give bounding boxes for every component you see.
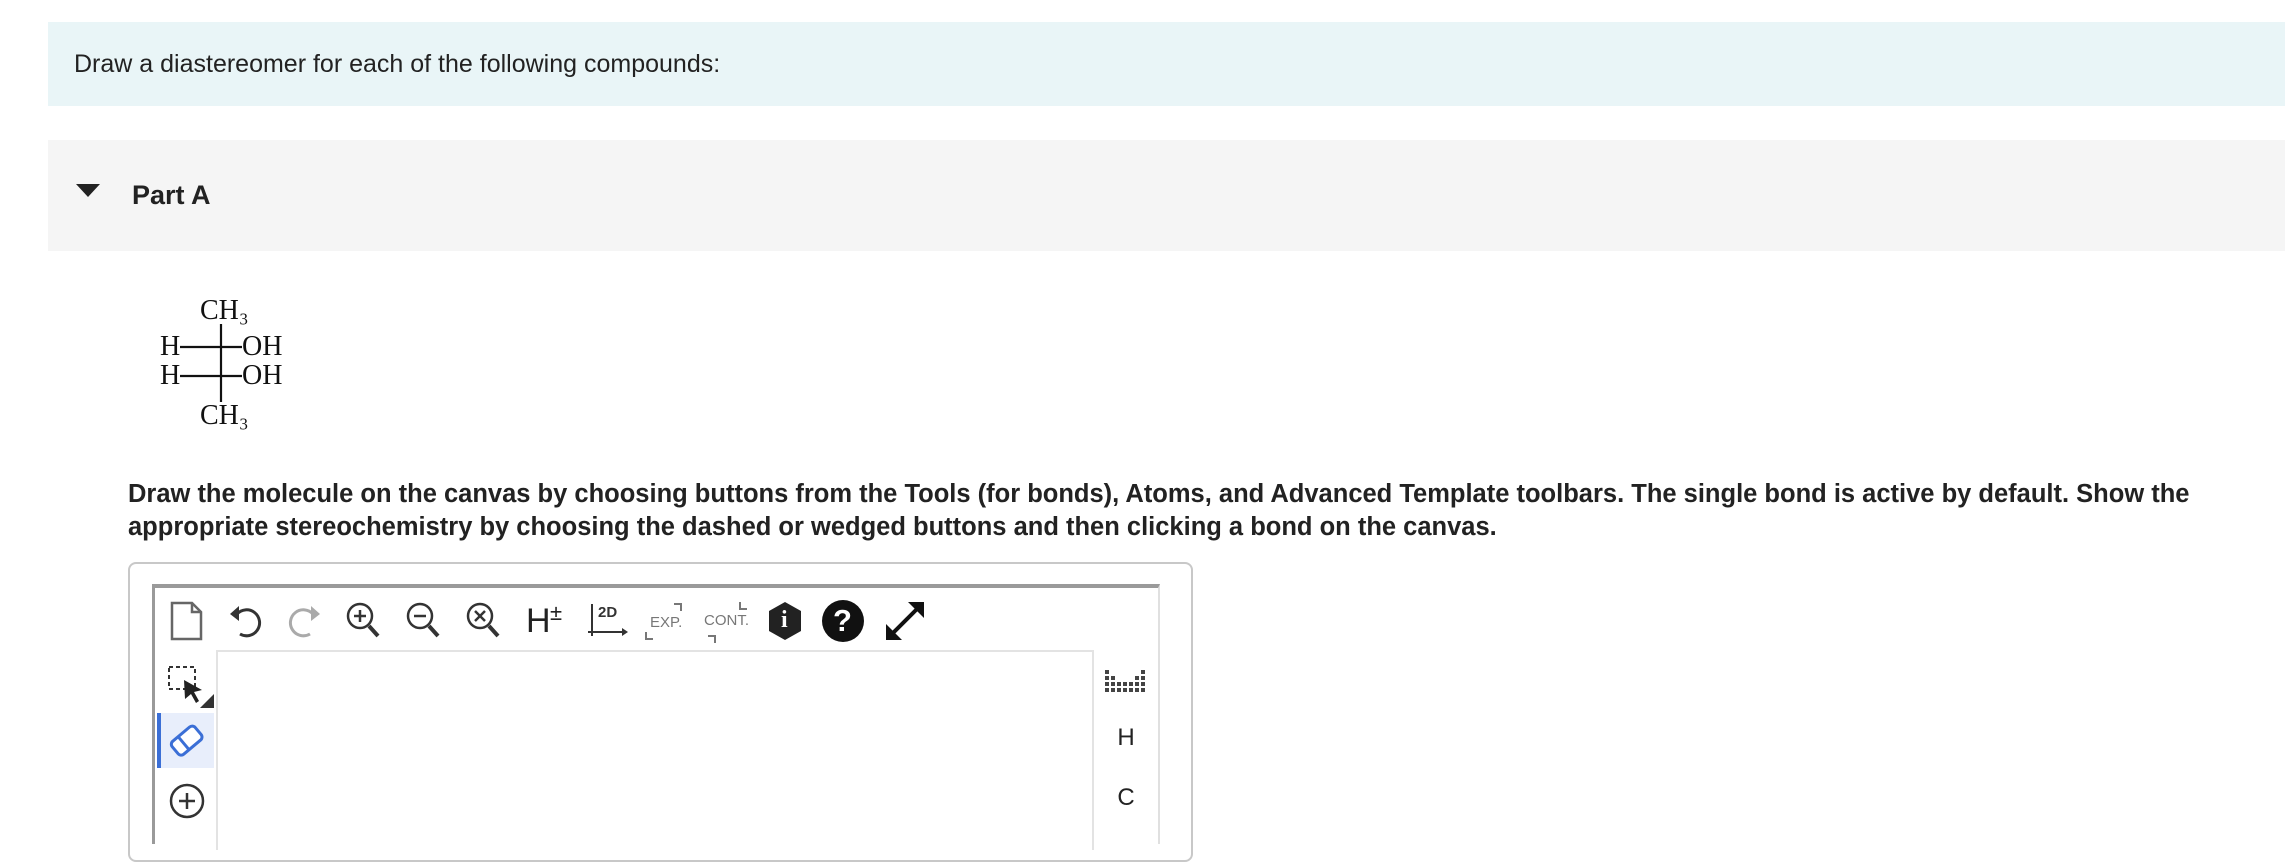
zoom-out-icon[interactable] [404, 600, 444, 642]
selection-tool-icon[interactable] [166, 664, 216, 710]
atom-hydrogen-button[interactable]: H [1098, 718, 1154, 758]
fischer-projection: CH₃ H OH H OH CH₃ [150, 290, 320, 435]
help-label: ? [833, 603, 852, 638]
periodic-table-icon[interactable] [1104, 668, 1148, 694]
hydrogen-toggle-icon[interactable]: H ± [524, 598, 570, 642]
fischer-top-group: CH₃ [200, 295, 249, 326]
zoom-reset-icon[interactable] [464, 600, 504, 642]
expand-icon[interactable]: EXP. [644, 602, 686, 644]
help-icon[interactable]: ? [822, 600, 864, 642]
fullscreen-icon[interactable] [882, 598, 928, 644]
expand-label: EXP. [650, 614, 683, 631]
instructions-text: Draw the molecule on the canvas by choos… [128, 480, 2190, 541]
undo-icon[interactable] [228, 602, 264, 640]
add-charge-icon[interactable] [168, 782, 206, 820]
new-document-icon[interactable] [168, 600, 204, 642]
intro-banner: Draw a diastereomer for each of the foll… [48, 22, 2285, 106]
fischer-row1-right: OH [242, 331, 282, 362]
redo-icon[interactable] [286, 602, 322, 640]
fischer-bottom-group: CH₃ [200, 400, 249, 431]
fischer-row2-left: H [160, 360, 180, 391]
atoms-toolbar: H C [1098, 650, 1158, 850]
contract-label: CONT. [704, 612, 749, 629]
fischer-row2-right: OH [242, 360, 282, 391]
intro-text: Draw a diastereomer for each of the foll… [74, 49, 721, 78]
info-label: i [781, 607, 788, 633]
drawing-canvas[interactable] [216, 650, 1094, 850]
info-icon[interactable]: i [766, 600, 804, 642]
collapse-caret-icon[interactable] [76, 184, 100, 197]
zoom-in-icon[interactable] [344, 600, 384, 642]
hydrogen-toggle-label: H [526, 602, 551, 640]
eraser-icon[interactable] [166, 720, 208, 762]
clean-2d-label: 2D [598, 604, 618, 621]
contract-icon[interactable]: CONT. [702, 600, 750, 644]
part-a-header[interactable]: Part A [48, 140, 2285, 251]
clean-2d-icon[interactable]: 2D [586, 600, 630, 644]
part-title: Part A [132, 180, 211, 210]
hydrogen-toggle-sign: ± [550, 600, 563, 625]
fischer-row1-left: H [160, 331, 180, 362]
atom-carbon-button[interactable]: C [1098, 778, 1154, 818]
